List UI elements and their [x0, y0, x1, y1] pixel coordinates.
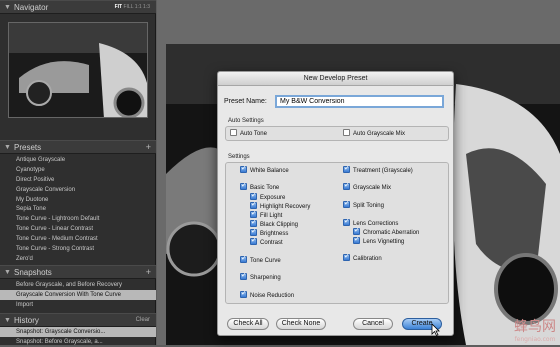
history-header[interactable]: ▼ History Clear	[0, 313, 156, 327]
checkbox-icon[interactable]	[240, 181, 247, 190]
preset-item[interactable]: Tone Curve - Strong Contrast	[0, 244, 156, 254]
preset-item[interactable]: Zero'd	[0, 254, 156, 264]
checkbox-icon[interactable]	[343, 164, 350, 173]
noise-reduction-checkbox[interactable]: Noise Reduction	[240, 289, 294, 300]
preset-item[interactable]: Sepia Tone	[0, 204, 156, 214]
checkbox-icon[interactable]	[250, 209, 257, 218]
checkbox-icon[interactable]	[240, 164, 247, 173]
checkbox-icon[interactable]	[250, 236, 257, 245]
watermark-text: 蜂鸟网	[514, 319, 556, 335]
grayscale-mix-checkbox[interactable]: Grayscale Mix	[343, 181, 391, 192]
clear-history-button[interactable]: Clear	[136, 314, 150, 327]
history-title: History	[14, 316, 39, 325]
navigator-thumbnail[interactable]	[8, 22, 148, 118]
sharpening-checkbox[interactable]: Sharpening	[240, 271, 281, 282]
snapshots-header[interactable]: ▼ Snapshots +	[0, 265, 156, 279]
snapshot-item[interactable]: Before Grayscale, and Before Recovery	[0, 280, 156, 290]
preset-item[interactable]: Tone Curve - Lightroom Default	[0, 214, 156, 224]
calibration-checkbox[interactable]: Calibration	[343, 252, 382, 263]
watermark-logo: 蜂鸟网 fengniao.com	[514, 316, 556, 343]
checkbox-icon[interactable]	[343, 252, 350, 261]
checkbox-icon[interactable]	[343, 217, 350, 226]
preset-name-input[interactable]	[275, 95, 444, 108]
checkbox-icon[interactable]	[250, 200, 257, 209]
checkbox-icon[interactable]	[343, 181, 350, 190]
collapse-triangle-icon[interactable]: ▼	[4, 1, 11, 14]
checkbox-icon[interactable]	[240, 254, 247, 263]
watermark-url: fengniao.com	[514, 336, 556, 343]
auto-grayscale-mix-checkbox[interactable]: Auto Grayscale Mix	[343, 129, 405, 138]
tone-curve-checkbox[interactable]: Tone Curve	[240, 254, 281, 265]
presets-header[interactable]: ▼ Presets +	[0, 140, 156, 154]
checkbox-icon[interactable]	[353, 226, 360, 235]
black-clipping-checkbox[interactable]: Black Clipping	[250, 218, 298, 229]
auto-settings-label: Auto Settings	[228, 118, 264, 124]
snapshot-item[interactable]: Import	[0, 300, 156, 310]
preset-item[interactable]: Direct Positive	[0, 175, 156, 185]
snapshots-list: Before Grayscale, and Before Recovery Gr…	[0, 280, 156, 310]
check-none-button[interactable]: Check None	[276, 318, 326, 330]
preset-item[interactable]: Tone Curve - Medium Contrast	[0, 234, 156, 244]
add-snapshot-icon[interactable]: +	[146, 266, 151, 279]
presets-title: Presets	[14, 143, 42, 152]
zoom-1-1[interactable]: 1:1	[135, 4, 142, 10]
white-balance-checkbox[interactable]: White Balance	[240, 164, 289, 175]
preset-item[interactable]: Tone Curve - Linear Contrast	[0, 224, 156, 234]
cancel-button[interactable]: Cancel	[353, 318, 393, 330]
check-all-button[interactable]: Check All	[227, 318, 269, 330]
treatment-grayscale-checkbox[interactable]: Treatment (Grayscale)	[343, 164, 413, 175]
new-develop-preset-dialog: New Develop Preset Preset Name: Auto Set…	[217, 71, 454, 336]
settings-label: Settings	[228, 154, 250, 160]
left-panel: ▼ Navigator FIT FILL 1:1 1:3 ▼ Presets +…	[0, 0, 156, 345]
contrast-checkbox[interactable]: Contrast	[250, 236, 283, 247]
checkbox-icon[interactable]	[250, 191, 257, 200]
navigator-zoom-options[interactable]: FIT FILL 1:1 1:3	[115, 1, 150, 14]
history-list: Snapshot: Grayscale Conversio... Snapsho…	[0, 327, 156, 347]
zoom-fit[interactable]: FIT	[115, 4, 123, 10]
split-toning-checkbox[interactable]: Split Toning	[343, 199, 384, 210]
zoom-1-3[interactable]: 1:3	[143, 4, 150, 10]
history-item[interactable]: Snapshot: Before Grayscale, a...	[0, 337, 156, 347]
car-thumbnail-image	[9, 23, 147, 117]
checkbox-icon[interactable]	[353, 235, 360, 244]
preset-item[interactable]: Grayscale Conversion	[0, 185, 156, 195]
checkbox-icon[interactable]	[343, 129, 350, 136]
history-item-selected[interactable]: Snapshot: Grayscale Conversio...	[0, 327, 156, 337]
preset-item[interactable]: My Duotone	[0, 195, 156, 205]
preset-item[interactable]: Cyanotype	[0, 165, 156, 175]
checkbox-icon[interactable]	[240, 289, 247, 298]
checkbox-icon[interactable]	[230, 129, 237, 136]
preset-item[interactable]: Antique Grayscale	[0, 155, 156, 165]
collapse-triangle-icon[interactable]: ▼	[4, 141, 11, 154]
collapse-triangle-icon[interactable]: ▼	[4, 266, 11, 279]
lens-corrections-checkbox[interactable]: Lens Corrections	[343, 217, 398, 228]
checkbox-icon[interactable]	[250, 227, 257, 236]
zoom-fill[interactable]: FILL	[123, 4, 133, 10]
auto-tone-checkbox[interactable]: Auto Tone	[230, 129, 267, 138]
preset-name-label: Preset Name:	[224, 98, 267, 105]
presets-list: Antique Grayscale Cyanotype Direct Posit…	[0, 155, 156, 264]
navigator-header[interactable]: ▼ Navigator FIT FILL 1:1 1:3	[0, 0, 156, 14]
mouse-cursor-icon	[431, 323, 440, 336]
snapshots-title: Snapshots	[14, 268, 52, 277]
navigator-title: Navigator	[14, 3, 49, 12]
checkbox-icon[interactable]	[240, 271, 247, 280]
checkbox-icon[interactable]	[250, 218, 257, 227]
basic-tone-checkbox[interactable]: Basic Tone	[240, 181, 279, 192]
dialog-title: New Develop Preset	[218, 72, 453, 86]
highlight-recovery-checkbox[interactable]: Highlight Recovery	[250, 200, 310, 211]
collapse-triangle-icon[interactable]: ▼	[4, 314, 11, 327]
checkbox-icon[interactable]	[343, 199, 350, 208]
add-preset-icon[interactable]: +	[146, 141, 151, 154]
snapshot-item-selected[interactable]: Grayscale Conversion With Tone Curve	[0, 289, 156, 300]
lens-vignetting-checkbox[interactable]: Lens Vignetting	[353, 235, 404, 246]
chromatic-aberration-checkbox[interactable]: Chromatic Aberration	[353, 226, 419, 237]
